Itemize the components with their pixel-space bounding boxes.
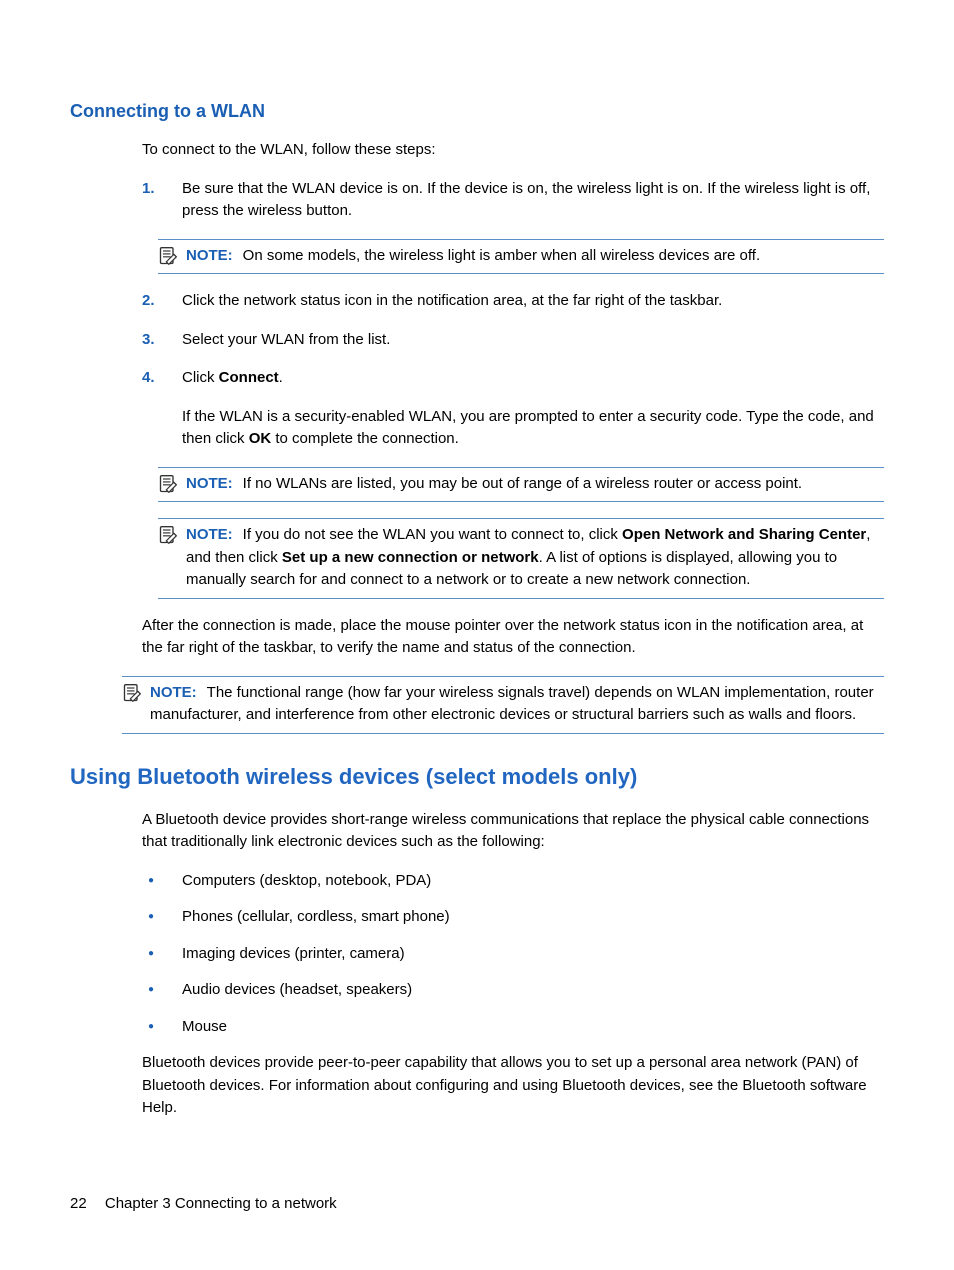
step-text: Click Connect. xyxy=(182,369,283,386)
step-3: 3. Select your WLAN from the list. xyxy=(142,329,884,352)
note-text: If no WLANs are listed, you may be out o… xyxy=(243,475,802,492)
step-number: 4. xyxy=(142,367,155,390)
note-label: NOTE: xyxy=(186,247,233,264)
bluetooth-list: Computers (desktop, notebook, PDA) Phone… xyxy=(142,870,884,1039)
section-heading-wlan: Connecting to a WLAN xyxy=(70,98,884,125)
list-item: Audio devices (headset, speakers) xyxy=(142,979,884,1002)
step-number: 1. xyxy=(142,178,155,201)
bluetooth-intro: A Bluetooth device provides short-range … xyxy=(142,809,884,854)
step-1: 1. Be sure that the WLAN device is on. I… xyxy=(142,178,884,223)
step-number: 3. xyxy=(142,329,155,352)
chapter-label: Chapter 3 Connecting to a network xyxy=(105,1195,337,1212)
note-box: NOTE:If you do not see the WLAN you want… xyxy=(158,518,884,599)
wlan-steps-list: 1. Be sure that the WLAN device is on. I… xyxy=(142,178,884,223)
note-box: NOTE: On some models, the wireless light … xyxy=(158,239,884,275)
note-icon xyxy=(122,683,142,703)
wlan-steps-list-cont: 2. Click the network status icon in the … xyxy=(142,290,884,451)
step-text: Be sure that the WLAN device is on. If t… xyxy=(182,180,870,220)
list-item: Imaging devices (printer, camera) xyxy=(142,943,884,966)
wlan-intro: To connect to the WLAN, follow these ste… xyxy=(142,139,884,162)
note-label: NOTE: xyxy=(150,684,197,701)
note-box: NOTE:The functional range (how far your … xyxy=(122,676,884,734)
note-content: NOTE:If you do not see the WLAN you want… xyxy=(186,524,884,592)
note-text: On some models, the wireless light is am… xyxy=(243,247,760,264)
step-text: Click the network status icon in the not… xyxy=(182,292,722,309)
note-label: NOTE: xyxy=(186,475,233,492)
step-2: 2. Click the network status icon in the … xyxy=(142,290,884,313)
note-icon xyxy=(158,474,178,494)
step-number: 2. xyxy=(142,290,155,313)
list-item: Computers (desktop, notebook, PDA) xyxy=(142,870,884,893)
note-icon xyxy=(158,525,178,545)
note-content: NOTE: On some models, the wireless light … xyxy=(186,245,884,268)
note-box: NOTE: If no WLANs are listed, you may be … xyxy=(158,467,884,503)
step-4-detail: If the WLAN is a security-enabled WLAN, … xyxy=(182,406,884,451)
page-number: 22 xyxy=(70,1195,87,1212)
note-icon xyxy=(158,246,178,266)
note-text: The functional range (how far your wirel… xyxy=(150,684,874,724)
bluetooth-outro: Bluetooth devices provide peer-to-peer c… xyxy=(142,1052,884,1120)
note-content: NOTE:The functional range (how far your … xyxy=(150,682,884,727)
section-heading-bluetooth: Using Bluetooth wireless devices (select… xyxy=(70,760,884,793)
note-label: NOTE: xyxy=(186,526,233,543)
note-content: NOTE: If no WLANs are listed, you may be … xyxy=(186,473,884,496)
step-4: 4. Click Connect. If the WLAN is a secur… xyxy=(142,367,884,451)
list-item: Mouse xyxy=(142,1016,884,1039)
wlan-after-connection: After the connection is made, place the … xyxy=(142,615,884,660)
page-footer: 22 Chapter 3 Connecting to a network xyxy=(70,1193,337,1216)
step-text: Select your WLAN from the list. xyxy=(182,331,390,348)
list-item: Phones (cellular, cordless, smart phone) xyxy=(142,906,884,929)
